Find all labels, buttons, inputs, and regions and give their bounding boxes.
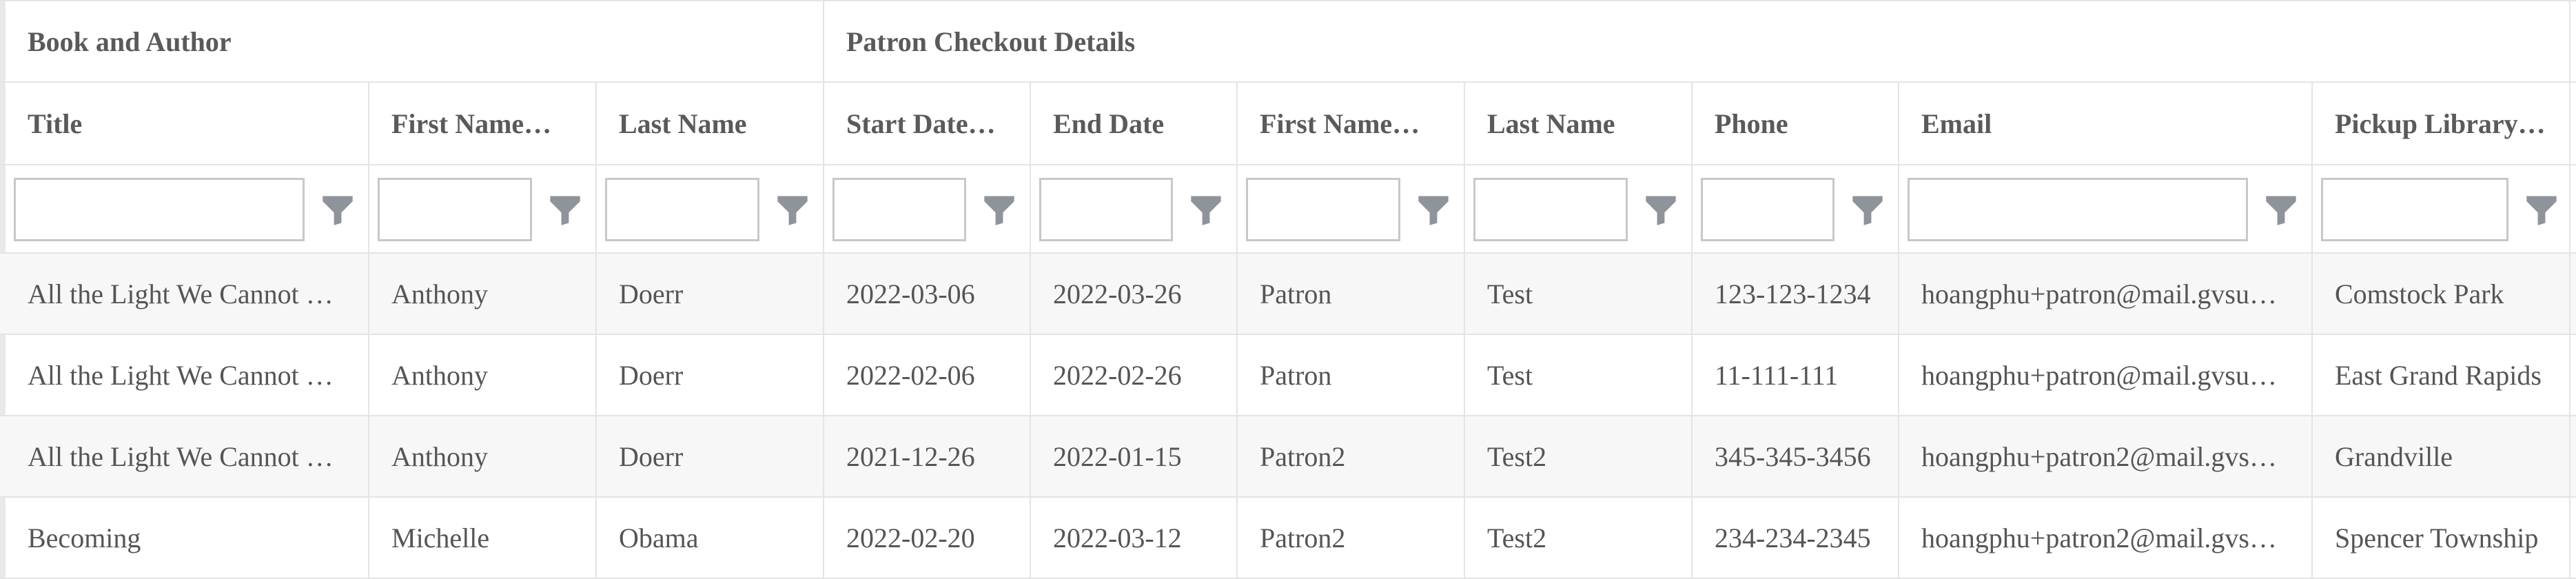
filter-cell-phone (1693, 165, 1899, 252)
cell-end-date: 2022-03-26 (1031, 254, 1238, 334)
column-header-patron-first-name[interactable]: First Name… (1238, 83, 1465, 164)
filter-cell-author-first-name (369, 165, 597, 252)
cell-pickup-library: Comstock Park (2313, 254, 2570, 334)
column-header-phone[interactable]: Phone (1693, 83, 1899, 164)
cell-start-date: 2022-03-06 (824, 254, 1031, 334)
filter-funnel-icon[interactable] (1850, 192, 1885, 227)
filter-input-title[interactable] (14, 178, 305, 241)
cell-author-last-name: Doerr (597, 335, 824, 415)
cell-email: hoangphu+patron2@mail.gvs… (1899, 416, 2313, 496)
cell-patron-last-name: Test2 (1465, 498, 1693, 578)
cell-pickup-library: East Grand Rapids (2313, 335, 2570, 415)
filter-cell-title (6, 165, 369, 252)
cell-title: All the Light We Cannot … (6, 335, 369, 415)
cell-author-first-name: Anthony (369, 416, 597, 496)
filter-row (0, 165, 2576, 254)
filter-funnel-icon[interactable] (1188, 192, 1224, 227)
cell-author-first-name: Michelle (369, 498, 597, 578)
cell-email: hoangphu+patron@mail.gvsu… (1899, 335, 2313, 415)
filter-funnel-icon[interactable] (320, 192, 356, 227)
cell-patron-first-name: Patron (1238, 335, 1465, 415)
filter-cell-pickup-library (2313, 165, 2570, 252)
cell-author-first-name: Anthony (369, 254, 597, 334)
filter-input-patron-first-name[interactable] (1246, 178, 1400, 241)
filter-funnel-icon[interactable] (1415, 192, 1451, 227)
cell-phone: 123-123-1234 (1693, 254, 1899, 334)
table-row[interactable]: Becoming Michelle Obama 2022-02-20 2022-… (0, 498, 2576, 579)
filter-funnel-icon[interactable] (547, 192, 583, 227)
filter-input-author-last-name[interactable] (605, 178, 759, 241)
cell-phone: 11-111-111 (1693, 335, 1899, 415)
filter-cell-email (1899, 165, 2313, 252)
cell-end-date: 2022-02-26 (1031, 335, 1238, 415)
cell-author-last-name: Doerr (597, 416, 824, 496)
cell-pickup-library: Spencer Township (2313, 498, 2570, 578)
filter-funnel-icon[interactable] (2524, 192, 2559, 227)
cell-author-first-name: Anthony (369, 335, 597, 415)
filter-input-phone[interactable] (1701, 178, 1834, 241)
filter-input-start-date[interactable] (832, 178, 966, 241)
filter-cell-start-date (824, 165, 1031, 252)
filter-input-patron-last-name[interactable] (1473, 178, 1628, 241)
column-header-row: Title First Name… Last Name Start Date… … (0, 83, 2576, 165)
filter-input-end-date[interactable] (1039, 178, 1173, 241)
cell-email: hoangphu+patron@mail.gvsu… (1899, 254, 2313, 334)
cell-patron-last-name: Test (1465, 335, 1693, 415)
cell-start-date: 2022-02-06 (824, 335, 1031, 415)
cell-end-date: 2022-03-12 (1031, 498, 1238, 578)
filter-cell-patron-first-name (1238, 165, 1465, 252)
filter-funnel-icon[interactable] (2263, 192, 2299, 227)
cell-patron-first-name: Patron2 (1238, 416, 1465, 496)
cell-patron-first-name: Patron2 (1238, 498, 1465, 578)
cell-start-date: 2022-02-20 (824, 498, 1031, 578)
filter-funnel-icon[interactable] (775, 192, 810, 227)
checkout-data-grid: Book and Author Patron Checkout Details … (0, 0, 2576, 579)
cell-author-last-name: Obama (597, 498, 824, 578)
cell-author-last-name: Doerr (597, 254, 824, 334)
cell-patron-last-name: Test2 (1465, 416, 1693, 496)
filter-cell-author-last-name (597, 165, 824, 252)
column-header-end-date[interactable]: End Date (1031, 83, 1238, 164)
column-header-pickup-library[interactable]: Pickup Library… (2313, 83, 2570, 164)
cell-start-date: 2021-12-26 (824, 416, 1031, 496)
column-header-patron-last-name[interactable]: Last Name (1465, 83, 1693, 164)
table-row[interactable]: All the Light We Cannot … Anthony Doerr … (0, 416, 2576, 498)
cell-patron-last-name: Test (1465, 254, 1693, 334)
column-header-author-last-name[interactable]: Last Name (597, 83, 824, 164)
filter-cell-patron-last-name (1465, 165, 1693, 252)
column-header-author-first-name[interactable]: First Name… (369, 83, 597, 164)
table-row[interactable]: All the Light We Cannot … Anthony Doerr … (0, 254, 2576, 335)
filter-cell-end-date (1031, 165, 1238, 252)
filter-input-email[interactable] (1908, 178, 2248, 241)
filter-funnel-icon[interactable] (1643, 192, 1679, 227)
cell-phone: 234-234-2345 (1693, 498, 1899, 578)
cell-title: All the Light We Cannot … (6, 254, 369, 334)
filter-input-pickup-library[interactable] (2321, 178, 2508, 241)
cell-phone: 345-345-3456 (1693, 416, 1899, 496)
column-group-patron-checkout: Patron Checkout Details (824, 1, 2570, 81)
column-header-start-date[interactable]: Start Date… (824, 83, 1031, 164)
cell-pickup-library: Grandville (2313, 416, 2570, 496)
filter-funnel-icon[interactable] (981, 192, 1017, 227)
cell-patron-first-name: Patron (1238, 254, 1465, 334)
column-group-book-author: Book and Author (6, 1, 824, 81)
filter-input-author-first-name[interactable] (378, 178, 532, 241)
cell-title: All the Light We Cannot … (6, 416, 369, 496)
table-row[interactable]: All the Light We Cannot … Anthony Doerr … (0, 335, 2576, 416)
column-group-header-row: Book and Author Patron Checkout Details (0, 0, 2576, 83)
cell-title: Becoming (6, 498, 369, 578)
column-header-title[interactable]: Title (6, 83, 369, 164)
cell-end-date: 2022-01-15 (1031, 416, 1238, 496)
column-header-email[interactable]: Email (1899, 83, 2313, 164)
cell-email: hoangphu+patron2@mail.gvs… (1899, 498, 2313, 578)
